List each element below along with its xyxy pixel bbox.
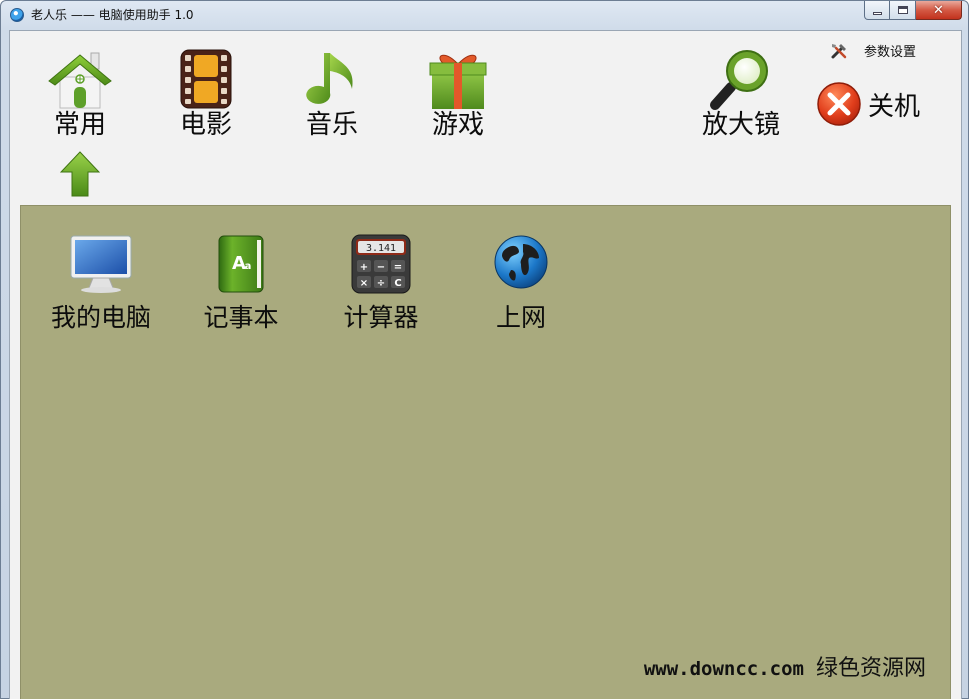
maximize-icon: [897, 6, 908, 14]
settings-label: 参数设置: [864, 45, 917, 60]
gift-box-icon: [429, 54, 487, 109]
app-calculator[interactable]: 3.141 + − = × ÷ C 计算器: [311, 206, 451, 336]
app-logo-icon: [10, 8, 24, 22]
calculator-display: 3.141: [366, 243, 396, 254]
svg-text:=: =: [394, 262, 402, 273]
close-circle-icon: [817, 82, 861, 126]
window-controls: ✕: [864, 1, 962, 21]
shutdown-button[interactable]: 关机: [816, 81, 920, 127]
minimize-button[interactable]: [864, 1, 890, 20]
app-my-computer[interactable]: 我的电脑: [31, 206, 171, 336]
svg-text:+: +: [360, 262, 368, 273]
nav-item-movie[interactable]: 电影: [151, 31, 261, 141]
client-area: 常用 电影 音乐 游戏 放大镜 参数设置 关机 我的电脑 A a 记事本 3.1…: [9, 30, 962, 699]
nav-item-music[interactable]: 音乐: [277, 31, 387, 141]
shutdown-label: 关机: [868, 91, 921, 122]
svg-text:−: −: [377, 262, 385, 273]
nav-label-music: 音乐: [305, 110, 358, 140]
close-icon: ✕: [933, 2, 944, 18]
apps-panel: 我的电脑 A a 记事本 3.141 + − = × ÷ C 计算器 上网 ww…: [20, 205, 951, 699]
app-notepad[interactable]: A a 记事本: [171, 206, 311, 336]
nav-label-game: 游戏: [431, 110, 484, 140]
svg-text:a: a: [245, 261, 252, 272]
svg-text:÷: ÷: [377, 278, 385, 289]
minimize-icon: [872, 11, 882, 15]
notebook-icon: A a: [218, 235, 264, 293]
watermark: www.downcc.com 绿色资源网: [644, 650, 926, 682]
nav-item-magnifier[interactable]: 放大镜: [686, 31, 796, 141]
app-label-internet: 上网: [495, 303, 546, 332]
nav-item-common[interactable]: 常用: [25, 31, 135, 141]
nav-label-common: 常用: [53, 110, 106, 140]
top-navigation: 常用 电影 音乐 游戏 放大镜 参数设置 关机: [10, 31, 961, 203]
nav-item-game[interactable]: 游戏: [403, 31, 513, 141]
film-icon: [180, 49, 232, 109]
globe-icon: [494, 235, 548, 289]
monitor-icon: [70, 235, 132, 293]
maximize-button[interactable]: [890, 1, 916, 20]
tools-icon: [831, 43, 847, 58]
home-icon: [48, 52, 112, 109]
active-tab-arrow-icon: [60, 151, 100, 197]
app-label-calculator: 计算器: [343, 303, 419, 332]
svg-text:×: ×: [360, 278, 368, 289]
music-note-icon: [306, 53, 353, 104]
watermark-site: 绿色资源网: [815, 656, 926, 681]
app-internet[interactable]: 上网: [451, 206, 591, 336]
nav-label-movie: 电影: [179, 110, 232, 140]
calculator-icon: 3.141 + − = × ÷ C: [351, 234, 411, 294]
watermark-url: www.downcc.com: [643, 658, 804, 680]
app-label-notepad: 记事本: [203, 303, 279, 332]
settings-button[interactable]: 参数设置: [830, 41, 916, 60]
nav-label-magnifier: 放大镜: [701, 110, 780, 140]
magnifier-icon: [710, 50, 768, 110]
svg-text:C: C: [394, 278, 401, 289]
close-button[interactable]: ✕: [916, 1, 962, 20]
window-title: 老人乐 —— 电脑使用助手 1.0: [31, 8, 194, 22]
app-label-my-computer: 我的电脑: [50, 303, 151, 332]
app-window: 老人乐 —— 电脑使用助手 1.0 ✕ 常用 电影 音乐 游戏 放大镜 参数设置…: [0, 0, 969, 699]
title-bar[interactable]: 老人乐 —— 电脑使用助手 1.0 ✕: [1, 1, 968, 29]
